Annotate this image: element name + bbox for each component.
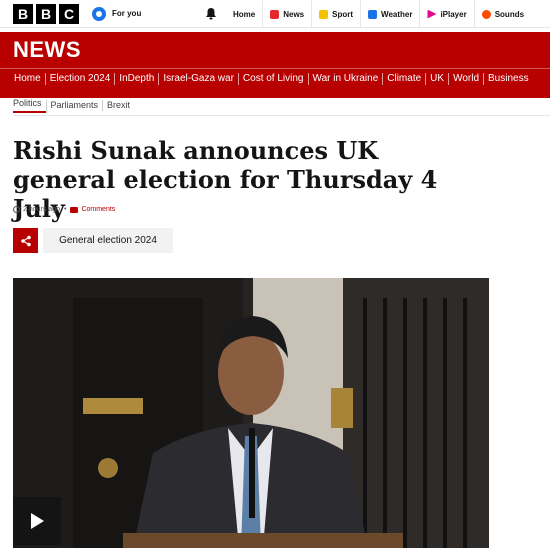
article-meta: 2 hours ago • Comments [13, 206, 115, 213]
topic-tag[interactable]: General election 2024 [43, 228, 173, 253]
news-header [0, 32, 550, 98]
top-nav-label: Sport [332, 9, 354, 19]
bbc-logo[interactable]: B B C [13, 3, 79, 24]
logo-letter: B [13, 3, 33, 24]
news-nav-uk[interactable]: UK [425, 72, 448, 85]
subnav-brexit[interactable]: Brexit [102, 99, 134, 111]
news-nav-indepth[interactable]: InDepth [114, 72, 158, 85]
news-nav-election-2024[interactable]: Election 2024 [44, 72, 115, 85]
iplayer-icon [427, 9, 437, 19]
news-nav-war-in-ukraine[interactable]: War in Ukraine [307, 72, 383, 85]
top-nav-label: Weather [381, 9, 413, 19]
hero-video-image[interactable] [13, 278, 489, 548]
top-nav-iplayer[interactable]: iPlayer [419, 0, 473, 28]
divider [13, 115, 550, 116]
news-nav-cost-of-living[interactable]: Cost of Living [237, 72, 308, 85]
top-nav-label: News [283, 9, 305, 19]
logo-letter: C [59, 3, 79, 24]
account-icon [92, 6, 106, 21]
comment-icon [70, 206, 79, 213]
news-nav-climate[interactable]: Climate [382, 72, 425, 85]
for-you-label: For you [112, 9, 142, 18]
for-you-link[interactable]: For you [92, 6, 142, 21]
news-nav-home[interactable]: Home [10, 73, 45, 85]
news-section-title[interactable]: NEWS [13, 37, 81, 63]
news-nav: Home Election 2024 InDepth Israel-Gaza w… [0, 68, 550, 88]
share-icon [20, 235, 31, 246]
logo-letter: B [36, 3, 56, 24]
top-nav-home[interactable]: Home [226, 0, 262, 28]
weather-icon [368, 9, 378, 19]
news-icon [270, 9, 280, 19]
speaker-photo [13, 278, 489, 548]
news-nav-world[interactable]: World [448, 72, 483, 85]
top-nav-label: iPlayer [440, 9, 467, 19]
subnav-politics[interactable]: Politics [13, 98, 46, 113]
play-icon [31, 513, 44, 529]
notifications-bell-icon[interactable] [205, 7, 217, 20]
news-nav-business[interactable]: Business [483, 72, 533, 85]
top-nav-sounds[interactable]: Sounds [473, 0, 531, 28]
top-nav-label: Sounds [494, 9, 525, 19]
comments-link[interactable]: Comments [81, 206, 115, 213]
top-nav-news[interactable]: News [262, 0, 311, 28]
clock-icon [13, 206, 20, 213]
news-nav-israel-gaza[interactable]: Israel-Gaza war [158, 72, 238, 85]
separator-dot: • [63, 206, 67, 213]
breadcrumb: Politics Parliaments Brexit [13, 96, 134, 114]
top-nav: Home News Sport Weather iPlayer Sounds [226, 0, 531, 28]
sounds-icon [481, 9, 491, 19]
play-video-button[interactable] [13, 497, 61, 545]
subnav-parliaments[interactable]: Parliaments [45, 99, 103, 111]
share-button[interactable] [13, 228, 38, 253]
sport-icon [319, 9, 329, 19]
top-nav-weather[interactable]: Weather [360, 0, 419, 28]
timestamp: 2 hours ago [23, 206, 60, 213]
top-nav-sport[interactable]: Sport [311, 0, 360, 28]
top-nav-label: Home [233, 9, 256, 19]
